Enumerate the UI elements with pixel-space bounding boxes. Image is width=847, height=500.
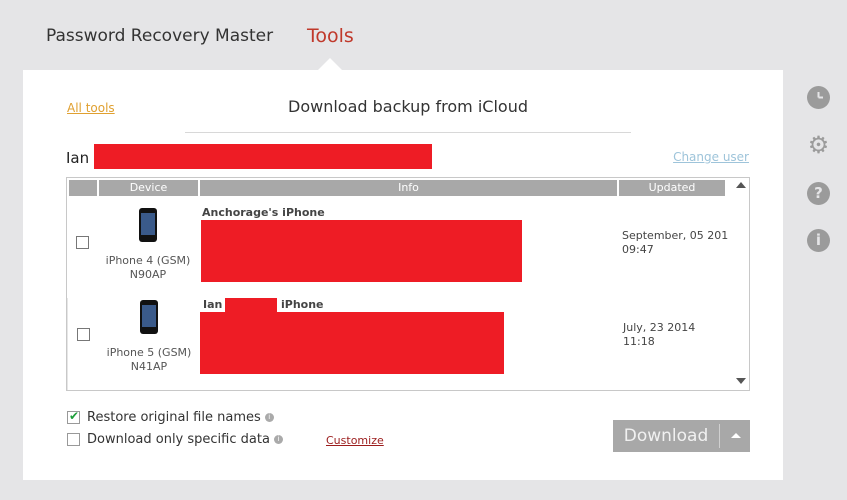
specific-data-checkbox[interactable] (67, 433, 80, 446)
updated-timestamp: September, 05 201 09:47 (622, 229, 728, 257)
info-icon[interactable]: i (807, 229, 830, 252)
checkmark-icon: ✔ (69, 409, 80, 423)
column-header-info: Info (200, 180, 617, 196)
table-scrollbar[interactable] (733, 178, 749, 390)
gear-icon[interactable]: ⚙ (807, 133, 830, 157)
backup-device-name-suffix: iPhone (281, 298, 324, 311)
updated-time: 09:47 (622, 243, 654, 256)
customize-link[interactable]: Customize (326, 434, 384, 447)
info-hint-icon[interactable]: i (273, 435, 283, 444)
history-icon[interactable] (807, 86, 830, 109)
table-header: Device Info Updated (67, 180, 733, 196)
device-code: N90AP (129, 268, 167, 281)
iphone-icon (140, 300, 158, 334)
device-cell: iPhone 4 (GSM) N90AP (97, 206, 199, 298)
table-row[interactable]: iPhone 5 (GSM) N41AP Ian iPhone July, 23… (67, 298, 733, 390)
redacted-user-email (94, 144, 432, 169)
change-user-link[interactable]: Change user (673, 150, 749, 164)
iphone-icon (139, 208, 157, 242)
row-checkbox[interactable] (76, 236, 89, 249)
updated-timestamp: July, 23 2014 11:18 (623, 321, 695, 349)
help-icon[interactable]: ? (807, 182, 830, 205)
column-header-device: Device (99, 180, 198, 196)
info-hint-icon[interactable]: i (264, 413, 274, 422)
main-panel: All tools Download backup from iCloud Ia… (23, 70, 783, 480)
backup-device-name-prefix: Ian (203, 298, 223, 311)
updated-time: 11:18 (623, 335, 655, 348)
page-title: Download backup from iCloud (288, 97, 528, 116)
device-code: N41AP (130, 360, 168, 373)
backup-device-name: Anchorage's iPhone (202, 206, 325, 219)
row-checkbox[interactable] (77, 328, 90, 341)
redacted-name-part (225, 298, 277, 312)
device-model: iPhone 5 (GSM) (106, 346, 192, 359)
download-button-divider (719, 424, 720, 448)
user-name: Ian (66, 149, 90, 167)
device-model: iPhone 4 (GSM) (105, 254, 191, 267)
restore-names-checkbox[interactable]: ✔ (67, 409, 80, 424)
download-button-label[interactable]: Download (613, 420, 719, 452)
column-header-updated: Updated (619, 180, 725, 196)
scroll-down-arrow-icon[interactable] (736, 378, 746, 384)
specific-data-label: Download only specific data i (87, 432, 283, 447)
updated-date: July, 23 2014 (623, 321, 696, 334)
table-row[interactable]: iPhone 4 (GSM) N90AP Anchorage's iPhone … (67, 206, 733, 298)
device-cell: iPhone 5 (GSM) N41AP (98, 298, 200, 390)
title-divider (185, 132, 631, 133)
restore-names-label: Restore original file names i (87, 410, 274, 425)
tab-tools[interactable]: Tools (307, 25, 354, 47)
download-button[interactable]: Download (613, 420, 750, 452)
all-tools-link[interactable]: All tools (67, 101, 115, 115)
active-tab-pointer (318, 58, 342, 70)
dropdown-arrow-icon[interactable] (731, 433, 741, 438)
redacted-backup-info (200, 312, 504, 374)
scroll-up-arrow-icon[interactable] (736, 182, 746, 188)
device-table: Device Info Updated iPhone 4 (GSM) N90AP… (66, 177, 750, 391)
column-header-select (69, 180, 97, 196)
redacted-backup-info (201, 220, 522, 282)
updated-date: September, 05 201 (622, 229, 729, 242)
tab-password-recovery-master[interactable]: Password Recovery Master (46, 26, 273, 46)
